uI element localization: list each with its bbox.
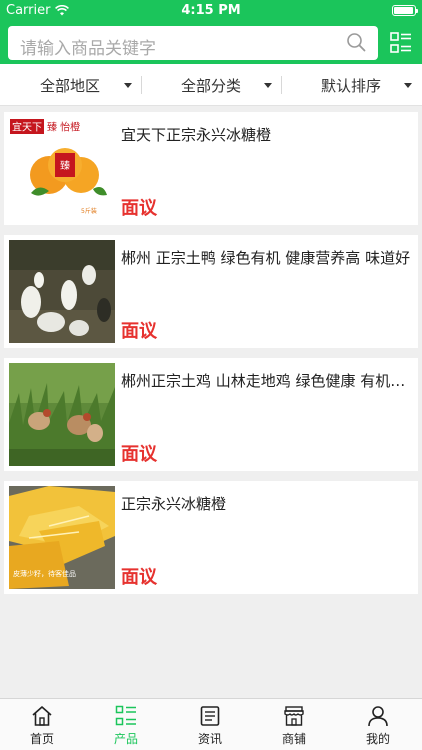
thumb-brand-text: 宜天下: [12, 121, 42, 134]
filter-sort[interactable]: 默认排序: [321, 64, 421, 106]
product-price: 面议: [121, 321, 157, 342]
filter-divider: [141, 76, 142, 94]
shop-icon: [284, 706, 304, 726]
filter-region-label: 全部地区: [40, 76, 101, 95]
product-image-orange-slices[interactable]: 皮薄少籽，待客佳品: [9, 486, 115, 589]
product-title: 郴州正宗土鸡 山林走地鸡 绿色健康 有机…: [121, 372, 406, 390]
product-title: 郴州 正宗土鸭 绿色有机 健康营养高 味道好: [121, 249, 411, 267]
tab-products-label: 产品: [113, 732, 138, 746]
product-title: 宜天下正宗永兴冰糖橙: [121, 126, 272, 144]
tab-products[interactable]: 产品: [84, 699, 168, 750]
product-card[interactable]: 宜天下 臻 怡橙 臻 5斤装 宜天下正宗永兴冰糖橙 面议: [4, 112, 418, 225]
search-icon[interactable]: [346, 32, 366, 52]
thumb-brand2-text: 臻 怡橙: [47, 121, 80, 134]
filter-bar: 全部地区 全部分类 默认排序: [0, 64, 422, 106]
tab-home[interactable]: 首页: [0, 699, 84, 750]
product-image-ducks[interactable]: [9, 240, 115, 343]
product-card[interactable]: 皮薄少籽，待客佳品 正宗永兴冰糖橙 面议: [4, 481, 418, 594]
battery-level: [394, 7, 413, 14]
search-placeholder: 请输入商品关键字: [20, 39, 156, 59]
home-icon: [32, 706, 52, 726]
tab-profile[interactable]: 我的: [336, 699, 420, 750]
app-header: Carrier 4:15 PM 请输入商品关键字: [0, 0, 422, 64]
caret-down-icon: [404, 83, 412, 88]
news-icon: [200, 706, 220, 726]
tab-news[interactable]: 资讯: [168, 699, 252, 750]
product-card[interactable]: 郴州正宗土鸡 山林走地鸡 绿色健康 有机… 面议: [4, 358, 418, 471]
tab-shop[interactable]: 商铺: [252, 699, 336, 750]
tab-profile-label: 我的: [365, 732, 390, 746]
product-list-icon: [115, 705, 136, 726]
filter-divider: [281, 76, 282, 94]
status-bar: Carrier 4:15 PM: [0, 0, 422, 22]
category-grid-icon[interactable]: [390, 32, 412, 54]
product-image-chickens[interactable]: [9, 363, 115, 466]
filter-category[interactable]: 全部分类: [181, 64, 281, 106]
profile-icon: [368, 706, 388, 727]
product-card[interactable]: 郴州 正宗土鸭 绿色有机 健康营养高 味道好 面议: [4, 235, 418, 348]
search-input[interactable]: 请输入商品关键字: [8, 26, 378, 60]
bottom-tab-bar: 首页 产品 资讯 商铺 我的: [0, 698, 422, 750]
battery-icon: [392, 5, 418, 16]
product-price: 面议: [121, 198, 157, 219]
product-price: 面议: [121, 444, 157, 465]
tab-home-label: 首页: [29, 732, 54, 746]
filter-category-label: 全部分类: [181, 76, 242, 95]
thumb-weight-text: 5斤装: [81, 207, 97, 215]
tab-shop-label: 商铺: [281, 732, 306, 746]
product-image-oranges[interactable]: 宜天下 臻 怡橙 臻 5斤装: [9, 117, 115, 220]
product-title: 正宗永兴冰糖橙: [121, 495, 227, 513]
filter-sort-label: 默认排序: [321, 76, 382, 95]
filter-region[interactable]: 全部地区: [40, 64, 140, 106]
svg-text:臻: 臻: [60, 159, 70, 172]
thumb-caption-text: 皮薄少籽，待客佳品: [13, 569, 76, 578]
tab-news-label: 资讯: [197, 732, 222, 746]
product-price: 面议: [121, 567, 157, 588]
status-time: 4:15 PM: [181, 3, 241, 18]
caret-down-icon: [124, 83, 132, 88]
caret-down-icon: [264, 83, 272, 88]
